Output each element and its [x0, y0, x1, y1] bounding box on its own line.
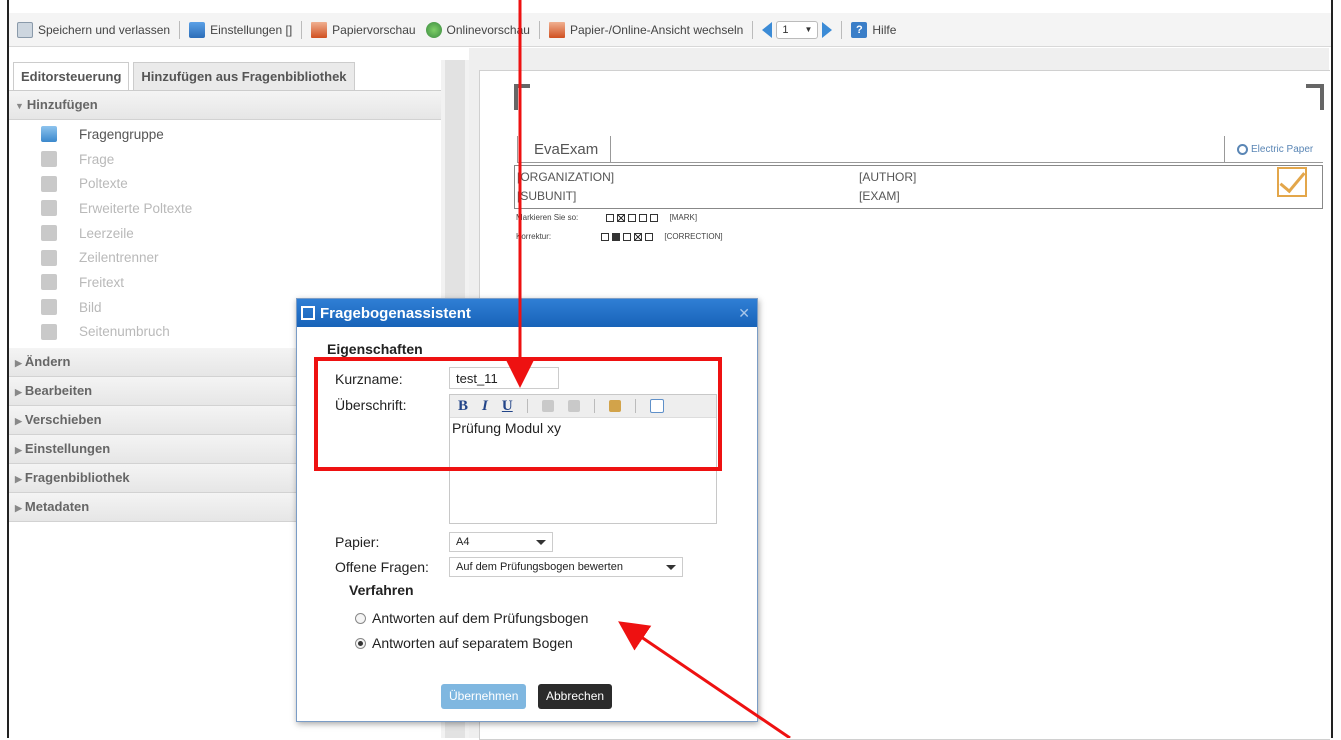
radio-off-icon [355, 612, 366, 624]
exam-placeholder: [EXAM] [859, 189, 900, 203]
wizard-icon [301, 306, 315, 320]
triangle-right-icon: ▶ [15, 358, 22, 369]
add-item-free-text[interactable]: Freitext [9, 270, 441, 295]
add-item-line-separator[interactable]: Zeilentrenner [9, 245, 441, 270]
settings-icon [189, 21, 206, 38]
open-questions-label: Offene Fragen: [335, 559, 429, 575]
checkbox-sample [617, 213, 626, 222]
mark-instruction: Markieren Sie so: [MARK] [516, 213, 698, 222]
extended-pole-texts-icon [41, 200, 57, 217]
checkbox-sample [601, 232, 610, 241]
paper-preview-button[interactable]: Papiervorschau [311, 21, 416, 38]
document-title: EvaExam [517, 136, 611, 162]
toolbar-separator [538, 20, 540, 39]
page-select[interactable]: 1 ▼ [776, 20, 819, 39]
chevron-down-icon [666, 565, 676, 570]
checkbox-sample [650, 213, 659, 222]
image-icon [41, 299, 57, 316]
checkbox-sample [634, 232, 643, 241]
question-group-icon [41, 126, 57, 143]
corner-mark-top-left [514, 84, 530, 110]
apply-button[interactable]: Übernehmen [441, 684, 527, 709]
line-separator-icon [41, 249, 57, 266]
toolbar: Speichern und verlassen Einstellungen []… [9, 13, 1331, 47]
paper-select[interactable]: A4 [449, 532, 553, 552]
triangle-right-icon: ▶ [15, 387, 22, 398]
header-line [517, 162, 1323, 163]
save-and-exit-button[interactable]: Speichern und verlassen [17, 21, 170, 38]
triangle-down-icon: ▼ [15, 101, 24, 111]
subunit-placeholder: [SUBUNIT] [517, 189, 577, 203]
page-break-icon [41, 323, 57, 340]
add-item-question-group[interactable]: Fragengruppe [9, 122, 441, 147]
open-questions-select[interactable]: Auf dem Prüfungsbogen bewerten [449, 557, 683, 577]
chevron-down-icon [536, 540, 546, 545]
checkbox-sample [645, 232, 654, 241]
checkmark-icon [1277, 167, 1307, 197]
triangle-right-icon: ▶ [15, 474, 22, 485]
radio-answers-on-exam-sheet[interactable]: Antworten auf dem Prüfungsbogen [355, 610, 588, 626]
blank-line-icon [41, 225, 57, 242]
radio-on-icon [355, 637, 366, 649]
document-info-box: [ORGANIZATION] [AUTHOR] [SUBUNIT] [EXAM] [514, 165, 1323, 209]
previous-page-icon[interactable] [762, 21, 773, 38]
switch-view-icon [548, 21, 565, 38]
free-text-icon [41, 274, 57, 291]
online-preview-icon [425, 21, 442, 38]
question-icon [41, 151, 57, 168]
radio-answers-on-separate-sheet[interactable]: Antworten auf separatem Bogen [355, 635, 573, 651]
online-preview-button[interactable]: Onlinevorschau [425, 21, 530, 38]
section-add-header[interactable]: ▼ Hinzufügen [9, 91, 441, 120]
author-placeholder: [AUTHOR] [859, 170, 917, 184]
organization-placeholder: [ORGANIZATION] [517, 170, 615, 184]
help-icon: ? [851, 21, 868, 38]
toolbar-separator [301, 20, 303, 39]
toolbar-separator [841, 20, 843, 39]
cancel-button[interactable]: Abbrechen [538, 684, 613, 709]
tab-editor-control[interactable]: Editorsteuerung [13, 62, 130, 90]
triangle-right-icon: ▶ [15, 503, 22, 514]
annotation-box [314, 357, 722, 471]
correction-instruction: Korrektur: [CORRECTION] [516, 232, 723, 241]
next-page-icon[interactable] [822, 21, 833, 38]
toolbar-separator [179, 20, 181, 39]
dialog-titlebar[interactable]: Fragebogenassistent [297, 299, 757, 327]
help-button[interactable]: ? Hilfe [851, 21, 896, 38]
paper-label: Papier: [335, 534, 380, 550]
triangle-right-icon: ▶ [15, 445, 22, 456]
add-item-pole-texts[interactable]: Poltexte [9, 171, 441, 196]
checkbox-sample [606, 213, 615, 222]
corner-mark-top-right [1306, 84, 1324, 110]
add-item-extended-pole-texts[interactable]: Erweiterte Poltexte [9, 196, 441, 221]
save-icon [17, 21, 33, 38]
checkbox-sample [623, 232, 632, 241]
procedure-heading: Verfahren [349, 582, 414, 598]
paper-preview-icon [311, 21, 328, 38]
add-item-question[interactable]: Frage [9, 147, 441, 172]
tab-add-from-library[interactable]: Hinzufügen aus Fragenbibliothek [133, 62, 355, 90]
electric-paper-logo: Electric Paper [1224, 136, 1323, 162]
checkbox-sample [628, 213, 637, 222]
checkbox-sample [639, 213, 648, 222]
checkbox-sample [612, 232, 621, 241]
pole-texts-icon [41, 175, 57, 192]
add-item-blank-line[interactable]: Leerzeile [9, 221, 441, 246]
chevron-down-icon: ▼ [804, 25, 813, 34]
logo-icon [1237, 143, 1248, 155]
close-icon[interactable]: ✕ [738, 305, 750, 322]
properties-heading: Eigenschaften [327, 341, 423, 357]
triangle-right-icon: ▶ [15, 416, 22, 427]
settings-button[interactable]: Einstellungen [] [189, 21, 292, 38]
panel-tabs: Editorsteuerung Hinzufügen aus Fragenbib… [9, 60, 441, 91]
toolbar-separator [752, 20, 754, 39]
switch-view-button[interactable]: Papier-/Online-Ansicht wechseln [548, 21, 743, 38]
